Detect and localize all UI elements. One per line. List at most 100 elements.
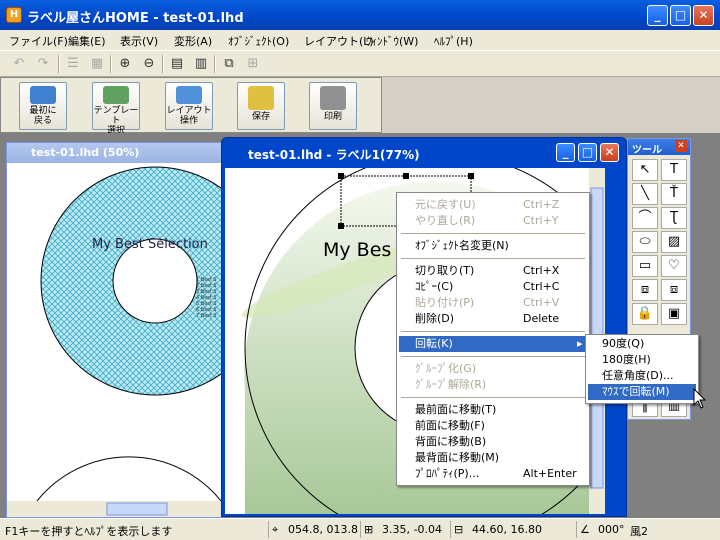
menu-bar: ファイル(F) 編集(E) 表示(V) 変形(A) ｵﾌﾞｼﾞｪｸﾄ(O) レイ… [0, 30, 720, 50]
heart-shape-icon[interactable]: ♡ [661, 255, 687, 277]
cd-label-shape-2[interactable] [36, 456, 221, 502]
document-window-overview[interactable]: test-01.lhd (50%) My Best Selection 1.Be… [6, 142, 222, 518]
redo-icon[interactable]: ↷ [34, 55, 52, 73]
table-icon[interactable]: ⊞ [244, 55, 262, 73]
text-tool-icon[interactable]: T [661, 159, 687, 181]
menu-item-rotate[interactable]: 回転(K) ▸ [399, 336, 587, 352]
ellipse-tool-icon[interactable]: ⬭ [632, 231, 658, 253]
submenu-item-mouse-rotate[interactable]: ﾏｳｽで回転(M) [588, 384, 696, 400]
scroll-thumb[interactable] [106, 502, 168, 516]
layout-operation-button[interactable]: レイアウト 操作 [165, 82, 213, 130]
submenu-item-90deg[interactable]: 90度(Q) [588, 336, 696, 352]
menu-item-delete[interactable]: 削除(D) Delete [399, 311, 587, 327]
menu-item-undo[interactable]: 元に戻す(U) Ctrl+Z [399, 197, 587, 213]
button-label: 最初に [29, 106, 57, 116]
resize-handle[interactable] [468, 173, 474, 179]
close-icon[interactable]: ✕ [675, 140, 687, 152]
document-window-caption[interactable]: test-01.lhd (50%) [7, 143, 221, 163]
align-icon[interactable]: ☰ [64, 55, 82, 73]
cursor-position-icon: ⌖ [272, 523, 279, 536]
menu-item-send-to-back[interactable]: 最背面に移動(M) [399, 450, 587, 466]
menu-item-properties[interactable]: ﾌﾟﾛﾊﾟﾃｨ(P)... Alt+Enter [399, 466, 587, 482]
template-select-button[interactable]: テンプレート 選択 [92, 82, 140, 136]
toolbar-separator [214, 55, 216, 73]
vertical-text-icon[interactable]: Ť [661, 183, 687, 205]
standard-toolbar: ↶ ↷ ☰ ▦ ⊕ ⊖ ▤ ▥ ⧉ ⊞ [0, 50, 720, 77]
status-dimension: 44.60, 16.80 [472, 523, 542, 536]
submenu-arrow-icon: ▸ [577, 337, 583, 350]
submenu-item-180deg[interactable]: 180度(H) [588, 352, 696, 368]
menu-item-cut[interactable]: 切り取り(T) Ctrl+X [399, 263, 587, 279]
arrow-select-icon[interactable]: ↖ [632, 159, 658, 181]
image-tool-icon[interactable]: ▨ [661, 231, 687, 253]
menu-file[interactable]: ファイル(F) [9, 33, 68, 49]
toolbar-separator [110, 55, 112, 73]
lock-icon[interactable]: 🔒 [632, 303, 658, 325]
resize-handle[interactable] [338, 223, 344, 229]
menu-item-rename-object[interactable]: ｵﾌﾞｼﾞｪｸﾄ名変更(N) [399, 238, 587, 254]
resize-handle[interactable] [338, 173, 344, 179]
menu-item-paste[interactable]: 貼り付け(P) Ctrl+V [399, 295, 587, 311]
clip-art-icon[interactable]: ⧈ [632, 279, 658, 301]
zoom-in-icon[interactable]: ⊕ [116, 55, 134, 73]
cd-title-text[interactable]: My Bes [323, 239, 391, 261]
overview-canvas[interactable]: My Best Selection 1.Best S 2.Best S 3.Be… [7, 163, 221, 517]
button-label: 保存 [251, 112, 270, 122]
line-tool-icon[interactable]: ╲ [632, 183, 658, 205]
menu-separator [401, 233, 585, 234]
printer-icon [320, 86, 346, 110]
app-title-bar: H ラベル屋さんHOME - test-01.lhd _ □ ✕ [0, 0, 720, 30]
toolbar-separator [162, 55, 164, 73]
undo-icon[interactable]: ↶ [10, 55, 28, 73]
menu-item-bring-to-front[interactable]: 最前面に移動(T) [399, 402, 587, 418]
copy-layout-icon[interactable]: ⧉ [220, 55, 238, 73]
rotate-submenu: 90度(Q) 180度(H) 任意角度(D)... ﾏｳｽで回転(M) [585, 334, 699, 404]
menu-item-copy[interactable]: ｺﾋﾟｰ(C) Ctrl+C [399, 279, 587, 295]
rectangle-tool-icon[interactable]: ▭ [632, 255, 658, 277]
menu-item-send-backward[interactable]: 背面に移動(B) [399, 434, 587, 450]
menu-help[interactable]: ﾍﾙﾌﾟ(H) [434, 33, 473, 49]
menu-item-group[interactable]: ｸﾞﾙｰﾌﾟ化(G) [399, 361, 587, 377]
status-bar: F1キーを押すとﾍﾙﾌﾟを表示します ⌖ 054.8, 013.8 ⊞ 3.35… [0, 518, 720, 540]
page-list-icon[interactable]: ▥ [192, 55, 210, 73]
save-button[interactable]: 保存 [237, 82, 285, 130]
button-label: 印刷 [323, 112, 342, 122]
clip-art-2-icon[interactable]: ⧈ [661, 279, 687, 301]
button-label: 戻る [33, 116, 52, 126]
grid-icon[interactable]: ▦ [88, 55, 106, 73]
close-button[interactable]: ✕ [693, 5, 714, 26]
wizard-toolbar: 最初に 戻る テンプレート 選択 レイアウト 操作 保存 印刷 [0, 77, 382, 136]
back-to-start-button[interactable]: 最初に 戻る [19, 82, 67, 130]
menu-layout[interactable]: レイアウト(L) [304, 33, 374, 49]
pencil-icon [176, 86, 202, 104]
menu-edit[interactable]: 編集(E) [68, 33, 106, 49]
menu-object[interactable]: ｵﾌﾞｼﾞｪｸﾄ(O) [228, 33, 289, 49]
resize-handle[interactable] [403, 173, 409, 179]
stamp-icon[interactable]: ▣ [661, 303, 687, 325]
menu-item-bring-forward[interactable]: 前面に移動(F) [399, 418, 587, 434]
child-close-button[interactable]: ✕ [600, 143, 619, 162]
status-size: 3.35, -0.04 [382, 523, 442, 536]
zoom-out-icon[interactable]: ⊖ [140, 55, 158, 73]
menu-window[interactable]: ｳｨﾝﾄﾞｳ(W) [366, 33, 418, 49]
print-button[interactable]: 印刷 [309, 82, 357, 130]
tool-palette-caption[interactable]: ツール ✕ [628, 139, 690, 156]
maximize-button[interactable]: □ [670, 5, 691, 26]
template-icon [103, 86, 129, 104]
minimize-button[interactable]: _ [647, 5, 668, 26]
cd-title-text[interactable]: My Best Selection [92, 237, 208, 252]
document-title: test-01.lhd - ラベル1(77%) [248, 148, 420, 162]
menu-separator [401, 397, 585, 398]
curve-text-icon[interactable]: Ʈ [661, 207, 687, 229]
submenu-item-arbitrary-angle[interactable]: 任意角度(D)... [588, 368, 696, 384]
child-maximize-button[interactable]: □ [578, 143, 597, 162]
menu-view[interactable]: 表示(V) [120, 33, 158, 49]
menu-item-redo[interactable]: やり直し(R) Ctrl+Y [399, 213, 587, 229]
menu-separator [401, 356, 585, 357]
child-minimize-button[interactable]: _ [556, 143, 575, 162]
page-icon[interactable]: ▤ [168, 55, 186, 73]
menu-transform[interactable]: 変形(A) [174, 33, 212, 49]
menu-item-ungroup[interactable]: ｸﾞﾙｰﾌﾟ解除(R) [399, 377, 587, 393]
arc-tool-icon[interactable]: ⌒ [632, 207, 658, 229]
app-icon[interactable]: H [6, 7, 22, 23]
